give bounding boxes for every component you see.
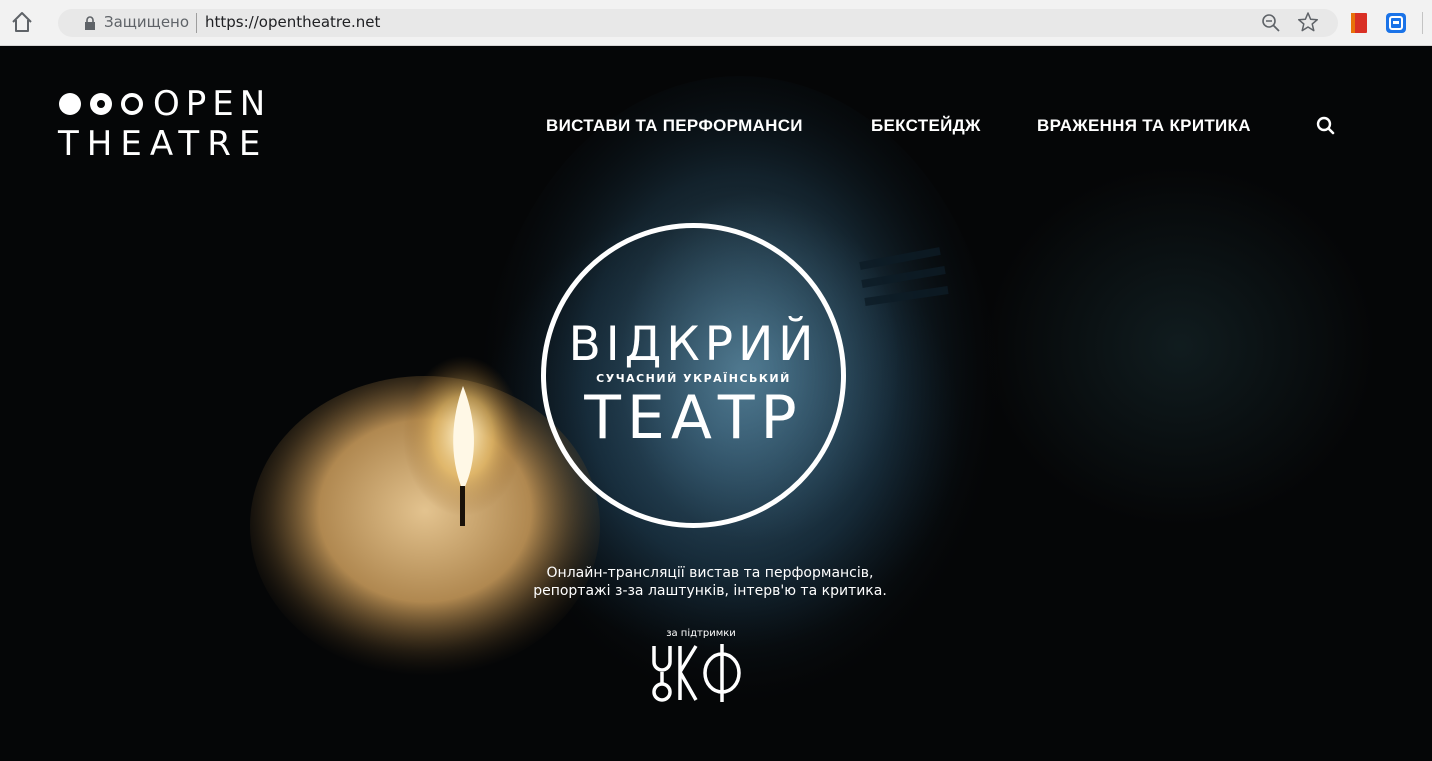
- nav-reviews[interactable]: ВРАЖЕННЯ ТА КРИТИКА: [1037, 116, 1251, 136]
- zoom-icon[interactable]: [1260, 12, 1282, 34]
- hero-section: OPEN THEATRE ВИСТАВИ ТА ПЕРФОРМАНСИ БЕКС…: [0, 46, 1432, 761]
- home-icon[interactable]: [10, 10, 34, 34]
- toolbar-divider: [1422, 12, 1423, 34]
- search-icon[interactable]: [1315, 115, 1337, 137]
- url-text[interactable]: https://opentheatre.net: [205, 13, 380, 31]
- star-icon[interactable]: [1297, 11, 1319, 33]
- browser-toolbar: Защищено https://opentheatre.net: [0, 0, 1432, 46]
- url-separator: [196, 13, 197, 33]
- sponsor-ukf-logo[interactable]: [648, 642, 744, 704]
- logo-dots-icon[interactable]: [58, 91, 154, 117]
- emblem-title-top: ВІДКРИЙ: [568, 317, 819, 372]
- support-label: за підтримки: [666, 628, 736, 639]
- secure-label[interactable]: Защищено: [104, 13, 189, 31]
- logo-theatre-text[interactable]: THEATRE: [58, 124, 268, 164]
- extension-red-icon[interactable]: [1349, 12, 1369, 34]
- logo-open-text[interactable]: OPEN: [153, 84, 271, 124]
- tagline-line-2: репортажі з-за лаштунків, інтерв'ю та кр…: [533, 583, 887, 599]
- emblem-title-bottom: ТЕАТР: [584, 383, 803, 453]
- hero-tagline: Онлайн-трансляції вистав та перформансів…: [440, 564, 980, 600]
- lock-icon: [85, 16, 95, 30]
- extension-blue-icon[interactable]: [1385, 12, 1407, 34]
- tagline-line-1: Онлайн-трансляції вистав та перформансів…: [546, 565, 874, 581]
- nav-backstage[interactable]: БЕКСТЕЙДЖ: [871, 116, 981, 136]
- nav-performances[interactable]: ВИСТАВИ ТА ПЕРФОРМАНСИ: [546, 116, 803, 136]
